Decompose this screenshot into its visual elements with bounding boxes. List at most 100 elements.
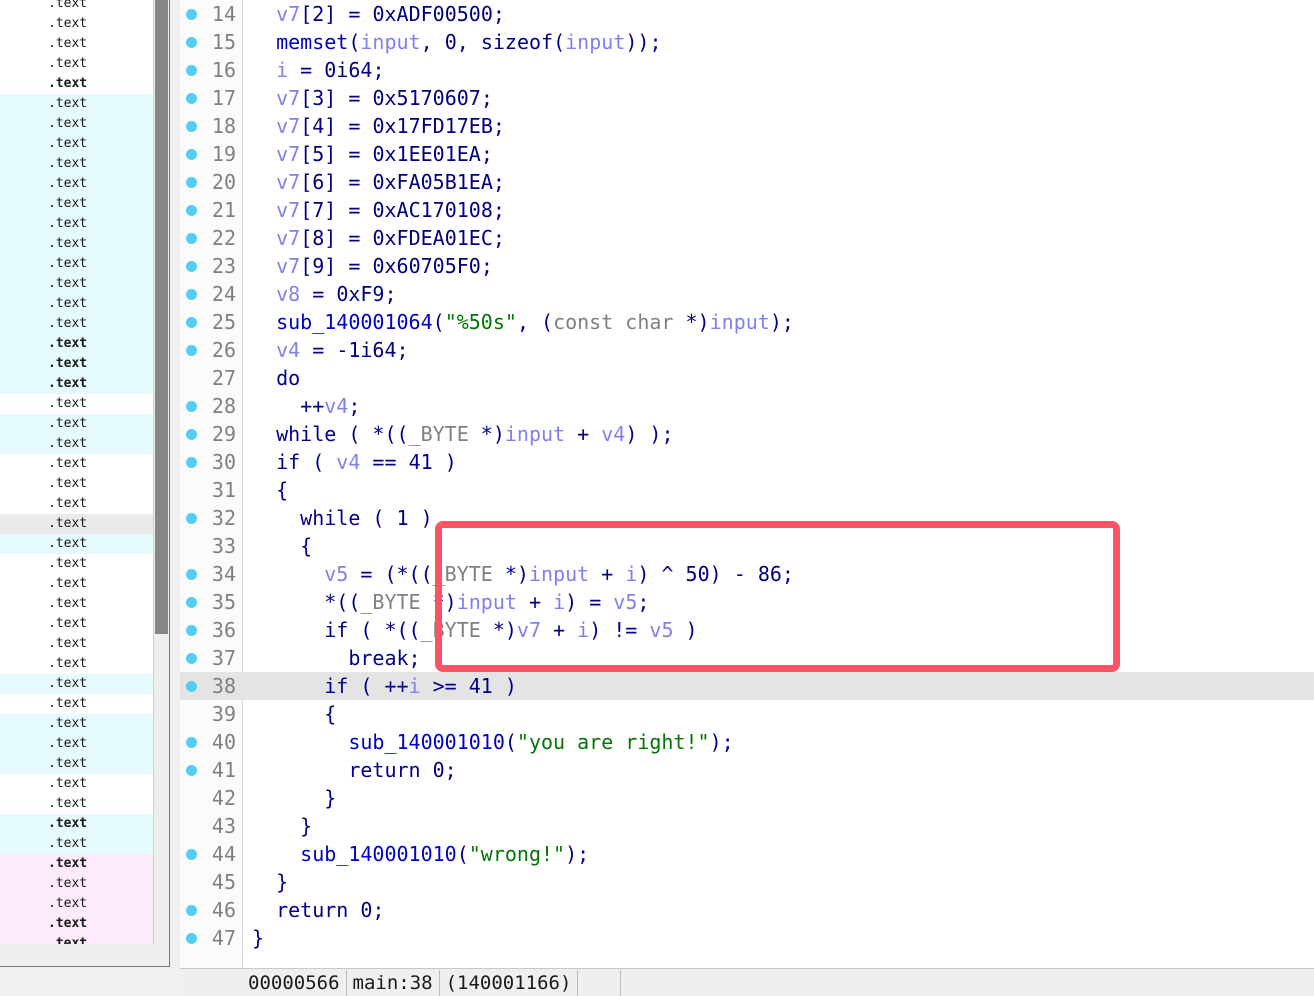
pseudocode-line[interactable]: 21 v7[7] = 0xAC170108; — [180, 196, 1314, 224]
pseudocode-line[interactable]: 16 i = 0i64; — [180, 56, 1314, 84]
pseudocode-line[interactable]: 37 break; — [180, 644, 1314, 672]
functions-list-row[interactable]: .text — [0, 94, 154, 114]
pseudocode-line[interactable]: 24 v8 = 0xF9; — [180, 280, 1314, 308]
pseudocode-pane[interactable]: 14 v7[2] = 0xADF00500; 15 memset(input, 0… — [180, 0, 1314, 996]
functions-list-row[interactable]: _get_startup_argv_mode.text — [0, 514, 154, 534]
functions-list-row[interactable]: .text — [0, 894, 154, 914]
functions-list-row[interactable]: .text — [0, 534, 154, 554]
pseudocode-line[interactable]: 27 do — [180, 364, 1314, 392]
functions-panel[interactable]: .text .text .text .text .text .text .text .text… — [0, 0, 174, 996]
code-token-var: v7 — [276, 114, 301, 138]
functions-list-row[interactable]: .text — [0, 674, 154, 694]
pseudocode-line[interactable]: 31 { — [180, 476, 1314, 504]
functions-list-row[interactable]: .text — [0, 334, 154, 354]
functions-list-row[interactable]: .text — [0, 134, 154, 154]
functions-list-row[interactable]: .text — [0, 274, 154, 294]
functions-list-row[interactable]: .text — [0, 214, 154, 234]
code-token-num: 8 — [312, 226, 325, 250]
functions-list-row[interactable]: .text — [0, 914, 154, 934]
functions-list[interactable]: .text .text .text .text .text .text .text .text… — [0, 0, 154, 944]
line-number: 28 — [211, 394, 236, 418]
functions-list-row[interactable]: .text — [0, 794, 154, 814]
functions-list-row[interactable]: .text — [0, 234, 154, 254]
functions-list-row[interactable]: .text — [0, 634, 154, 654]
pseudocode-line[interactable]: 28 ++v4; — [180, 392, 1314, 420]
pseudocode-line[interactable]: 44 sub_140001010("wrong!"); — [180, 840, 1314, 868]
functions-list-row[interactable]: .text — [0, 714, 154, 734]
pseudocode-line[interactable]: 42 } — [180, 784, 1314, 812]
function-segment-cell: .text — [48, 456, 88, 471]
functions-list-row[interactable]: main.text — [0, 734, 154, 754]
functions-list-row[interactable]: .text — [0, 34, 154, 54]
functions-list-row[interactable]: .text — [0, 594, 154, 614]
pseudocode-line[interactable]: 34 v5 = (*((_BYTE *)input + i) ^ 50) - 8… — [180, 560, 1314, 588]
code-token-kw: sizeof — [480, 30, 554, 54]
functions-list-row[interactable]: .text — [0, 654, 154, 674]
pseudocode-line[interactable]: 32 while ( 1 ) — [180, 504, 1314, 532]
functions-list-row[interactable]: .text — [0, 614, 154, 634]
functions-list-row[interactable]: .text — [0, 114, 154, 134]
pseudocode-line[interactable]: 45 } — [180, 868, 1314, 896]
functions-list-row[interactable]: .text — [0, 934, 154, 944]
functions-list-row[interactable]: .text — [0, 0, 154, 14]
pseudocode-line[interactable]: 19 v7[5] = 0x1EE01EA; — [180, 140, 1314, 168]
code-token-var: input — [360, 30, 421, 54]
functions-list-row[interactable]: .text — [0, 854, 154, 874]
functions-list-row[interactable]: .text — [0, 494, 154, 514]
functions-list-row[interactable]: .text — [0, 434, 154, 454]
pseudocode-line[interactable]: 40 sub_140001010("you are right!"); — [180, 728, 1314, 756]
functions-list-row[interactable]: .text — [0, 374, 154, 394]
functions-list-row[interactable]: .text — [0, 174, 154, 194]
functions-list-row[interactable]: .text — [0, 574, 154, 594]
pseudocode-lines[interactable]: 14 v7[2] = 0xADF00500; 15 memset(input, 0… — [180, 0, 1314, 968]
functions-list-scrollbar[interactable] — [153, 0, 168, 944]
pseudocode-line[interactable]: 35 *((_BYTE *)input + i) = v5; — [180, 588, 1314, 616]
pseudocode-line[interactable]: 30 if ( v4 == 41 ) — [180, 448, 1314, 476]
functions-list-row[interactable]: .text — [0, 14, 154, 34]
pseudocode-line[interactable]: 26 v4 = -1i64; — [180, 336, 1314, 364]
line-number: 19 — [211, 142, 236, 166]
functions-list-row[interactable]: .text — [0, 414, 154, 434]
functions-list-row[interactable]: .text — [0, 454, 154, 474]
pseudocode-line-text: v8 = 0xF9; — [252, 280, 396, 308]
pseudocode-line[interactable]: 43 } — [180, 812, 1314, 840]
functions-list-row[interactable]: .text — [0, 694, 154, 714]
code-token-str: "wrong!" — [468, 842, 566, 866]
pseudocode-line[interactable]: 20 v7[6] = 0xFA05B1EA; — [180, 168, 1314, 196]
pseudocode-line[interactable]: 38 if ( ++i >= 41 ) — [180, 672, 1314, 700]
functions-list-row[interactable]: .text — [0, 834, 154, 854]
functions-list-row[interactable]: .text — [0, 394, 154, 414]
pseudocode-line[interactable]: 46 return 0; — [180, 896, 1314, 924]
functions-list-row[interactable]: .text — [0, 54, 154, 74]
functions-list-row[interactable]: .text — [0, 774, 154, 794]
line-number: 37 — [211, 646, 236, 670]
pseudocode-line[interactable]: 41 return 0; — [180, 756, 1314, 784]
pseudocode-line[interactable]: 39 { — [180, 700, 1314, 728]
pseudocode-line[interactable]: 23 v7[9] = 0x60705F0; — [180, 252, 1314, 280]
code-token-kw: ; — [480, 142, 493, 166]
pseudocode-line[interactable]: 25 sub_140001064("%50s", (const char *)i… — [180, 308, 1314, 336]
functions-list-row[interactable]: .text — [0, 154, 154, 174]
pseudocode-line[interactable]: 33 { — [180, 532, 1314, 560]
pseudocode-line[interactable]: 17 v7[3] = 0x5170607; — [180, 84, 1314, 112]
pseudocode-line[interactable]: 29 while ( *((_BYTE *)input + v4) ); — [180, 420, 1314, 448]
pseudocode-line[interactable]: 22 v7[8] = 0xFDEA01EC; — [180, 224, 1314, 252]
functions-list-row[interactable]: .text — [0, 314, 154, 334]
functions-list-row[interactable]: .text — [0, 354, 154, 374]
pseudocode-line[interactable]: 47} — [180, 924, 1314, 952]
functions-list-row[interactable]: .text — [0, 554, 154, 574]
pseudocode-line[interactable]: 18 v7[4] = 0x17FD17EB; — [180, 112, 1314, 140]
functions-list-row[interactable]: .text — [0, 194, 154, 214]
functions-list-row[interactable]: .text — [0, 754, 154, 774]
code-token-kw: [ — [300, 198, 313, 222]
functions-list-row[interactable]: .text — [0, 874, 154, 894]
functions-list-scrollbar-thumb[interactable] — [155, 0, 168, 634]
functions-list-row[interactable]: .text — [0, 474, 154, 494]
pseudocode-line[interactable]: 36 if ( *((_BYTE *)v7 + i) != v5 ) — [180, 616, 1314, 644]
functions-list-row[interactable]: .text — [0, 294, 154, 314]
pseudocode-line[interactable]: 15 memset(input, 0, sizeof(input)); — [180, 28, 1314, 56]
functions-list-row[interactable]: .text — [0, 814, 154, 834]
pseudocode-line[interactable]: 14 v7[2] = 0xADF00500; — [180, 0, 1314, 28]
functions-list-row[interactable]: .text — [0, 74, 154, 94]
functions-list-row[interactable]: __scrt_uninitialized_init_mode.text — [0, 254, 154, 274]
